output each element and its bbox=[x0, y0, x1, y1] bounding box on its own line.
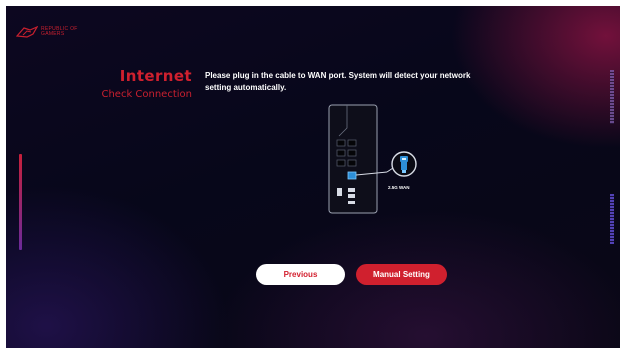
previous-button[interactable]: Previous bbox=[256, 264, 345, 285]
page-subtitle: Check Connection bbox=[101, 89, 192, 100]
section-header: Internet Check Connection bbox=[101, 67, 192, 100]
page-title: Internet bbox=[119, 67, 192, 85]
rog-logo: REPUBLIC OF GAMERS bbox=[16, 26, 78, 38]
wan-port-label: 2.5G WAN bbox=[388, 185, 410, 190]
setup-screen: REPUBLIC OF GAMERS Internet Check Connec… bbox=[6, 6, 620, 348]
logo-text: REPUBLIC OF GAMERS bbox=[41, 26, 78, 37]
rog-eye-icon bbox=[16, 26, 38, 38]
router-diagram: 2.5G WAN bbox=[325, 102, 430, 222]
right-accent-bar-top bbox=[610, 70, 614, 124]
router-back-panel-illustration bbox=[328, 104, 417, 214]
instruction-text: Please plug in the cable to WAN port. Sy… bbox=[205, 71, 471, 92]
manual-setting-button[interactable]: Manual Setting bbox=[356, 264, 447, 285]
right-accent-bar-bottom bbox=[610, 194, 614, 244]
left-accent-bar bbox=[19, 154, 22, 250]
